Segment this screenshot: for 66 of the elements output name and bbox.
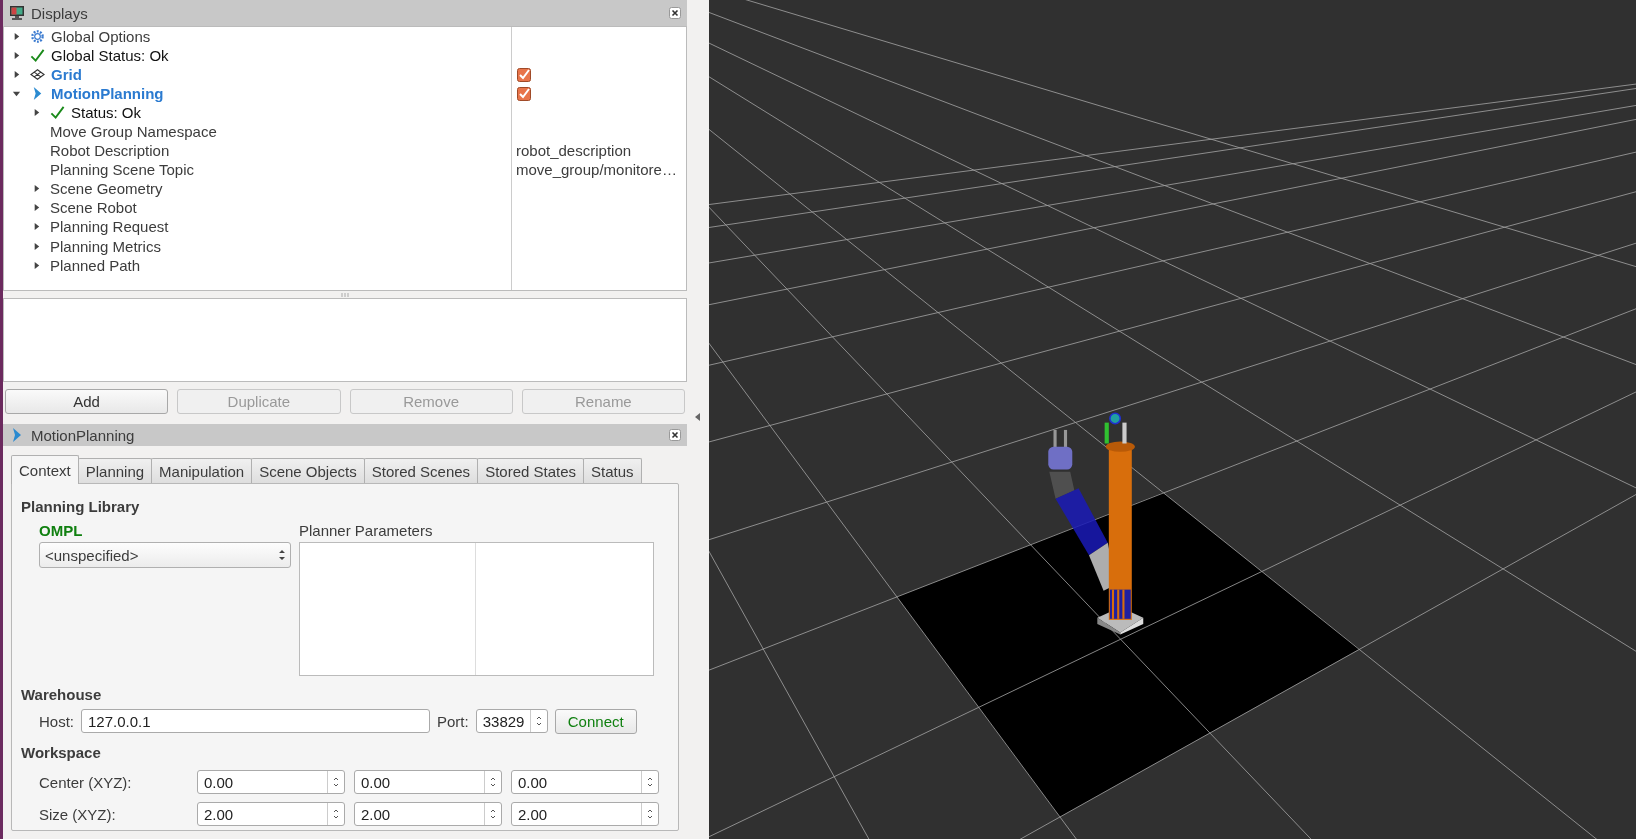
port-field[interactable]: 33829 — [475, 709, 548, 733]
tree-item[interactable]: Scene Geometry — [50, 180, 163, 198]
expand-arrow-icon[interactable] — [32, 108, 41, 118]
tab[interactable]: Status — [583, 458, 642, 483]
expand-arrow-icon[interactable] — [32, 203, 41, 213]
property-value: move_group/monitore… — [516, 161, 677, 179]
tab[interactable]: Manipulation — [151, 458, 253, 483]
section-heading: Warehouse — [21, 686, 103, 705]
expand-arrow-icon[interactable] — [32, 184, 41, 194]
section-heading: Workspace — [21, 744, 102, 763]
expand-arrow-icon[interactable] — [12, 89, 21, 99]
expand-arrow-icon[interactable] — [12, 32, 21, 41]
expand-arrow-icon[interactable] — [12, 51, 21, 61]
tree-item[interactable]: Grid — [51, 66, 82, 84]
number-field[interactable]: 2.00 — [511, 802, 659, 826]
connect-button[interactable]: Connect — [554, 708, 637, 734]
field-label: Planner Parameters — [299, 521, 434, 541]
tab[interactable]: Stored Scenes — [363, 458, 479, 483]
panel-title: MotionPlanning — [31, 426, 136, 444]
checkbox[interactable] — [517, 67, 531, 82]
host-field[interactable]: 127.0.0.1 — [81, 709, 430, 733]
tab[interactable]: Context — [11, 455, 79, 484]
tree-item[interactable]: Planning Scene Topic — [50, 161, 194, 179]
tree-item[interactable]: Global Options — [51, 28, 151, 45]
field-label: Center (XYZ): — [39, 773, 133, 791]
close-icon[interactable] — [669, 429, 681, 441]
field-label: Size (XYZ): — [39, 805, 117, 823]
library-name: OMPL — [39, 521, 84, 541]
expand-arrow-icon[interactable] — [12, 70, 21, 80]
check-icon — [30, 48, 45, 64]
panel-button[interactable]: Add — [5, 389, 169, 414]
expand-arrow-icon[interactable] — [32, 222, 41, 232]
tree-item[interactable]: MotionPlanning — [51, 85, 164, 103]
tree-item[interactable]: Robot Description — [50, 142, 170, 160]
expand-arrow-icon[interactable] — [32, 260, 41, 270]
tree-item[interactable]: Scene Robot — [50, 199, 137, 217]
grid-icon — [30, 67, 45, 83]
tree-item[interactable]: Planned Path — [50, 256, 141, 274]
checkbox[interactable] — [517, 86, 531, 101]
number-field[interactable]: 2.00 — [197, 802, 345, 826]
tab[interactable]: Planning — [77, 458, 153, 483]
number-field[interactable]: 2.00 — [354, 802, 502, 826]
splitter-grip-icon[interactable] — [341, 292, 349, 297]
monitor-icon — [9, 5, 25, 21]
property-value: robot_description — [516, 142, 632, 160]
tree-item[interactable]: Planning Metrics — [50, 237, 161, 255]
gear-icon — [30, 29, 45, 44]
check-icon — [50, 105, 65, 121]
panel-title: Displays — [31, 4, 89, 22]
number-field[interactable]: 0.00 — [511, 770, 659, 794]
planner-dropdown[interactable]: <unspecified> — [39, 542, 291, 568]
tab[interactable]: Scene Objects — [251, 458, 365, 483]
section-heading: Planning Library — [21, 498, 141, 517]
field-label: Port: — [437, 712, 469, 730]
tree-item[interactable]: Planning Request — [50, 218, 169, 236]
close-icon[interactable] — [669, 7, 681, 19]
number-field[interactable]: 0.00 — [354, 770, 502, 794]
field-label: Host: — [39, 712, 74, 730]
tab[interactable]: Stored States — [477, 458, 584, 483]
updown-arrows-icon — [278, 548, 286, 562]
tree-item[interactable]: Move Group Namespace — [50, 123, 217, 141]
collapse-arrow-icon[interactable] — [695, 412, 701, 421]
expand-arrow-icon[interactable] — [32, 241, 41, 251]
tree-item[interactable]: Global Status: Ok — [51, 47, 169, 65]
tree-item[interactable]: Status: Ok — [71, 104, 142, 122]
number-field[interactable]: 0.00 — [197, 770, 345, 794]
